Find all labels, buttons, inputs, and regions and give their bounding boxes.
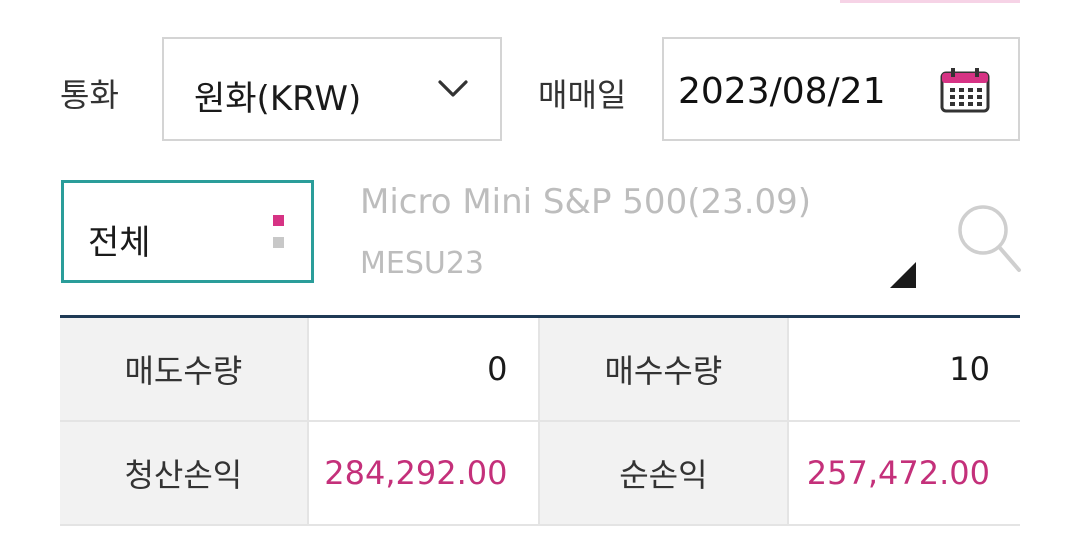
- calendar-icon[interactable]: [940, 67, 990, 113]
- buy-quantity-label: 매수수량: [539, 318, 790, 420]
- trade-date-value: 2023/08/21: [678, 71, 886, 112]
- top-accent-bar: [840, 0, 1020, 3]
- futures-pnl-screen: 통화 원화(KRW) 매매일 2023/08/21 전체 Micro Mini …: [0, 0, 1080, 550]
- buy-quantity-value: 10: [949, 350, 990, 388]
- currency-select-value: 원화(KRW): [194, 79, 362, 119]
- table-row: 매도수량 0 매수수량 10: [60, 318, 1020, 422]
- chevron-down-icon: [438, 80, 468, 97]
- table-row: 청산손익 284,292.00 순손익 257,472.00: [60, 422, 1020, 526]
- symbol-selector[interactable]: Micro Mini S&P 500(23.09) MESU23: [340, 170, 940, 300]
- summary-table: 매도수량 0 매수수량 10 청산손익 284,292.00 순손익 257,4…: [60, 315, 1020, 526]
- category-select[interactable]: 전체: [61, 180, 314, 283]
- sell-quantity-label: 매도수량: [60, 318, 309, 420]
- dots-menu-icon: [273, 215, 285, 251]
- trade-date-label: 매매일: [538, 76, 627, 114]
- net-pnl-value: 257,472.00: [806, 454, 990, 492]
- currency-select[interactable]: 원화(KRW): [162, 37, 502, 141]
- symbol-code: MESU23: [360, 246, 485, 281]
- corner-triangle-icon: [890, 262, 916, 288]
- category-select-value: 전체: [88, 223, 151, 263]
- search-icon[interactable]: [955, 196, 1023, 276]
- currency-label: 통화: [60, 76, 119, 114]
- sell-quantity-value: 0: [309, 318, 540, 420]
- net-pnl-label: 순손익: [539, 422, 790, 524]
- trade-date-field[interactable]: 2023/08/21: [662, 37, 1020, 141]
- symbol-name: Micro Mini S&P 500(23.09): [360, 182, 812, 222]
- realized-pnl-value: 284,292.00: [309, 422, 540, 524]
- realized-pnl-label: 청산손익: [60, 422, 309, 524]
